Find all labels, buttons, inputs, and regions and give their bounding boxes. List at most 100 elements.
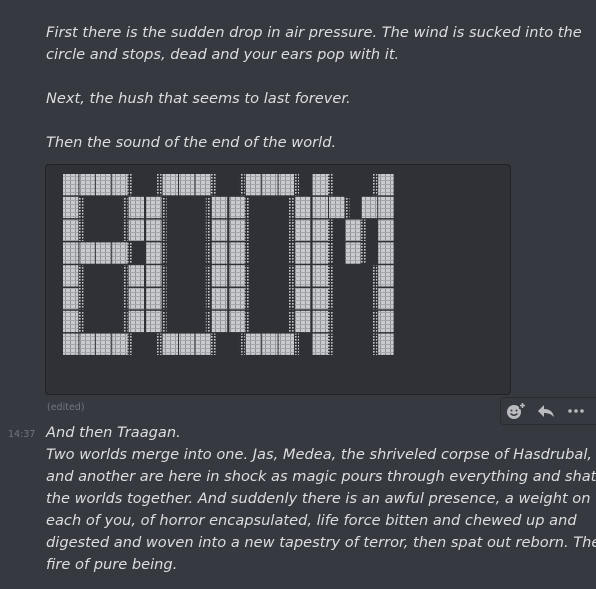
art-block-shade xyxy=(127,242,133,264)
art-block-shade xyxy=(78,310,84,333)
art-block-solid xyxy=(146,288,162,310)
art-block-solid xyxy=(378,333,394,355)
art-block-solid xyxy=(211,242,228,264)
code-block xyxy=(45,164,511,395)
more-button[interactable] xyxy=(561,398,591,424)
art-block-solid xyxy=(278,174,294,196)
art-block-solid xyxy=(278,333,294,355)
art-block-shade xyxy=(289,196,294,219)
art-block-solid xyxy=(295,219,311,241)
art-block-shade xyxy=(244,265,250,287)
chat-view: First there is the sudden drop in air pr… xyxy=(0,0,596,589)
edited-label: (edited) xyxy=(47,402,85,413)
art-block-solid xyxy=(146,219,162,241)
art-block-shade xyxy=(161,242,167,264)
art-block-solid xyxy=(211,288,228,310)
art-block-shade xyxy=(78,288,84,310)
art-block-solid xyxy=(329,196,345,219)
message-line: fire of pure being. xyxy=(46,556,178,573)
art-block-shade xyxy=(205,219,211,241)
art-block-shade xyxy=(328,174,333,196)
art-block-shade xyxy=(294,174,299,196)
reply-icon xyxy=(538,405,554,417)
art-block-solid xyxy=(95,333,112,355)
art-block-shade xyxy=(205,288,211,310)
art-block-solid xyxy=(179,333,195,355)
art-block-solid xyxy=(312,219,328,241)
art-block-shade xyxy=(328,219,333,241)
art-block-solid xyxy=(312,242,328,264)
art-block-shade xyxy=(244,242,250,264)
art-block-solid xyxy=(112,174,128,196)
art-block-solid xyxy=(211,310,228,333)
art-block-solid xyxy=(378,174,394,196)
art-block-shade xyxy=(289,288,294,310)
art-block-solid xyxy=(312,174,328,196)
message-line: First there is the sudden drop in air pr… xyxy=(46,24,582,41)
art-block-solid xyxy=(63,219,79,241)
art-block-solid xyxy=(128,310,144,333)
art-block-shade xyxy=(78,219,84,241)
art-block-shade xyxy=(210,333,216,355)
art-block-shade xyxy=(328,288,333,310)
message-line: Then the sound of the end of the world. xyxy=(46,134,337,151)
art-block-solid xyxy=(195,333,211,355)
message-line: each of you, of horror encapsulated, lif… xyxy=(46,512,577,529)
art-block-solid xyxy=(229,265,245,287)
art-block-shade xyxy=(122,219,128,241)
art-block-solid xyxy=(312,265,328,287)
art-block-solid xyxy=(262,174,278,196)
art-block-shade xyxy=(289,242,294,264)
art-block-solid xyxy=(312,196,328,219)
art-block-shade xyxy=(372,265,378,287)
art-block-solid xyxy=(312,333,328,355)
art-block-shade xyxy=(344,196,350,219)
art-block-shade xyxy=(328,310,333,333)
art-block-solid xyxy=(295,242,311,264)
art-block-solid xyxy=(146,196,162,219)
art-block-solid xyxy=(63,310,79,333)
art-block-shade xyxy=(205,265,211,287)
art-block-solid xyxy=(146,242,162,264)
art-block-solid xyxy=(229,219,245,241)
art-block-solid xyxy=(211,196,228,219)
more-icon xyxy=(568,409,584,413)
message-line: Next, the hush that seems to last foreve… xyxy=(46,90,351,107)
art-block-shade xyxy=(205,310,211,333)
art-block-solid xyxy=(128,196,144,219)
art-block-shade xyxy=(244,310,250,333)
art-block-shade xyxy=(161,196,167,219)
art-block-shade xyxy=(156,174,162,196)
reply-button[interactable] xyxy=(531,398,561,424)
art-block-solid xyxy=(295,196,311,219)
message-line: circle and stops, dead and your ears pop… xyxy=(46,46,400,63)
art-block-solid xyxy=(146,310,162,333)
art-block-solid xyxy=(295,310,311,333)
message-line: and another are here in shock as magic p… xyxy=(46,468,596,485)
art-block-shade xyxy=(294,333,299,355)
art-block-solid xyxy=(211,219,228,241)
art-block-shade xyxy=(289,310,294,333)
art-block-solid xyxy=(112,333,128,355)
art-block-solid xyxy=(162,174,178,196)
message-timestamp: 14:37 xyxy=(8,429,36,440)
art-block-solid xyxy=(63,196,79,219)
art-block-shade xyxy=(127,174,133,196)
art-block-shade xyxy=(239,333,245,355)
add-reaction-button[interactable] xyxy=(501,398,531,424)
art-block-solid xyxy=(295,265,311,287)
art-block-solid xyxy=(378,219,394,241)
art-block-solid xyxy=(128,219,144,241)
art-block-shade xyxy=(372,288,378,310)
art-block-shade xyxy=(78,196,84,219)
ascii-art-boom xyxy=(63,174,394,355)
art-block-solid xyxy=(378,242,394,264)
art-block-shade xyxy=(289,219,294,241)
art-block-shade xyxy=(161,219,167,241)
art-block-solid xyxy=(95,242,112,264)
art-block-solid xyxy=(63,174,79,196)
art-block-shade xyxy=(122,196,128,219)
art-block-solid xyxy=(229,288,245,310)
art-block-solid xyxy=(95,174,112,196)
art-block-solid xyxy=(128,265,144,287)
